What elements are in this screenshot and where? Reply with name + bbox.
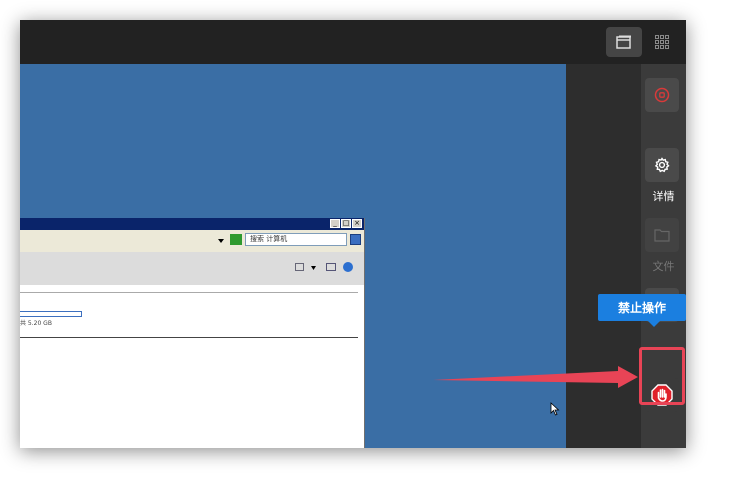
search-icon[interactable] [350,234,361,245]
go-icon[interactable] [230,234,242,245]
window-icon [616,35,631,49]
grid-view-button[interactable] [644,27,680,57]
folder-icon [654,229,670,242]
command-bar [20,252,364,286]
disk-info-text: 共 5.20 GB [20,320,52,327]
remote-desktop-viewer: _ □ × 搜索 计算机 共 5.20 GB 详情 文件 [20,20,686,448]
mouse-cursor-icon [550,402,560,416]
maximize-button[interactable]: □ [341,219,351,228]
stop-operation-tooltip: 禁止操作 [598,294,686,327]
section-divider [20,292,358,293]
record-button[interactable] [645,78,679,112]
remote-desktop-screen[interactable]: _ □ × 搜索 计算机 共 5.20 GB [20,64,566,448]
record-icon [654,87,670,103]
disk-usage-bar [20,311,82,317]
help-icon[interactable] [343,262,353,272]
section-divider-dark [20,337,358,338]
details-label: 详情 [652,190,675,203]
preview-pane-icon[interactable] [326,263,336,271]
search-input[interactable]: 搜索 计算机 [245,233,347,246]
files-button[interactable] [645,218,679,252]
window-content: 共 5.20 GB [20,285,364,448]
view-options-icon[interactable] [295,263,304,271]
gear-icon [654,157,670,173]
files-label: 文件 [652,260,675,273]
address-bar: 搜索 计算机 [20,230,364,253]
dropdown-arrow-icon[interactable] [218,239,224,243]
window-mode-button[interactable] [606,27,642,57]
desktop-side-gap [566,64,641,448]
chevron-down-icon[interactable] [311,266,316,270]
minimize-button[interactable]: _ [330,219,340,228]
explorer-window[interactable]: _ □ × 搜索 计算机 共 5.20 GB [20,218,365,448]
top-toolbar [20,20,686,64]
highlight-box [639,347,685,405]
window-titlebar[interactable]: _ □ × [20,218,364,230]
details-button[interactable] [645,148,679,182]
grid-icon [655,35,669,49]
close-window-button[interactable]: × [352,219,362,228]
